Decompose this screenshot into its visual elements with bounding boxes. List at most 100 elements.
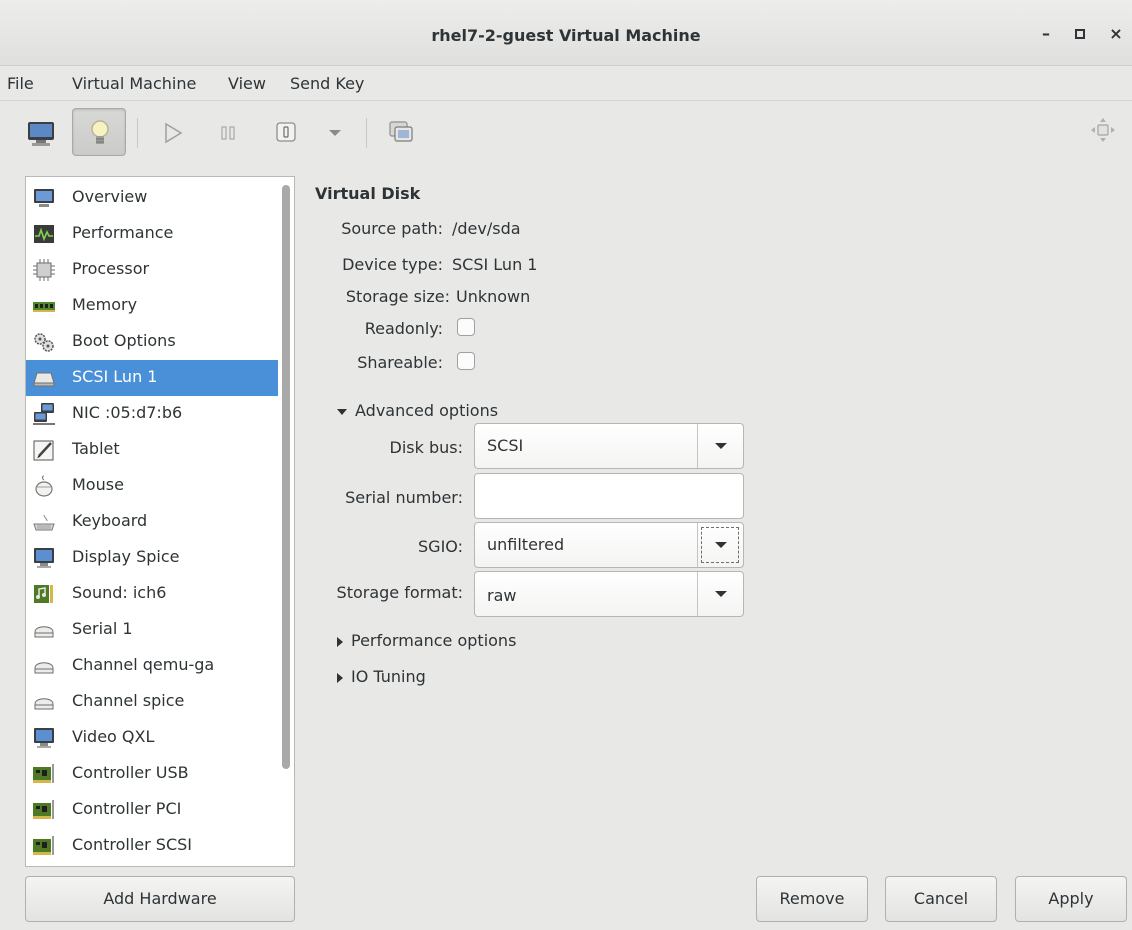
storage-format-label: Storage format: — [336, 583, 463, 602]
display-icon — [34, 548, 54, 568]
sidebar-item-channel-spice[interactable]: Channel spice — [26, 684, 278, 720]
expander-closed-icon — [337, 636, 343, 647]
sidebar-item-keyboard[interactable]: Keyboard — [26, 504, 278, 540]
sgio-combo[interactable]: unfiltered — [474, 522, 744, 568]
menu-virtual-machine[interactable]: Virtual Machine — [72, 74, 196, 93]
storage-format-combo[interactable]: raw — [474, 571, 744, 617]
sidebar-item-channel-qemu-ga[interactable]: Channel qemu-ga — [26, 648, 278, 684]
tablet-icon — [33, 440, 54, 461]
shareable-checkbox[interactable] — [457, 352, 475, 370]
sidebar-item-label: Keyboard — [72, 511, 148, 530]
device-type-label: Device type: — [342, 255, 443, 274]
fullscreen-icon — [1091, 118, 1115, 142]
lightbulb-icon — [91, 120, 109, 144]
sidebar-item-sound[interactable]: Sound: ich6 — [26, 576, 278, 612]
keyboard-icon — [33, 514, 55, 531]
advanced-options-label: Advanced options — [355, 401, 499, 420]
details-button[interactable] — [72, 108, 126, 156]
pause-button[interactable] — [202, 108, 256, 156]
pause-icon — [221, 126, 235, 140]
shutdown-menu-button[interactable] — [308, 108, 362, 156]
sidebar-item-label: Channel qemu-ga — [72, 655, 215, 674]
sidebar-item-tablet[interactable]: Tablet — [26, 432, 278, 468]
sidebar-item-label: Sound: ich6 — [72, 583, 167, 602]
sidebar-item-performance[interactable]: Performance — [26, 216, 278, 252]
performance-options-label: Performance options — [351, 631, 517, 650]
source-path-value: /dev/sda — [452, 219, 521, 238]
controller-icon — [33, 800, 54, 819]
channel-icon — [34, 662, 54, 674]
close-button[interactable]: × — [1104, 22, 1128, 46]
toolbar — [0, 101, 1132, 163]
menu-view[interactable]: View — [228, 74, 266, 93]
sidebar-item-scsi-lun-1[interactable]: SCSI Lun 1 — [26, 360, 278, 396]
run-button[interactable] — [146, 108, 200, 156]
maximize-button[interactable] — [1068, 22, 1092, 46]
cancel-button[interactable]: Cancel — [885, 876, 997, 922]
menu-send-key[interactable]: Send Key — [290, 74, 364, 93]
console-button[interactable] — [14, 108, 68, 156]
remove-button[interactable]: Remove — [756, 876, 868, 922]
sidebar-item-label: Video QXL — [72, 727, 155, 746]
sidebar-item-controller-usb[interactable]: Controller USB — [26, 756, 278, 792]
io-tuning-label: IO Tuning — [351, 667, 426, 686]
sidebar-item-label: Performance — [72, 223, 174, 242]
serial-icon — [34, 626, 54, 638]
performance-options-expander[interactable]: Performance options — [337, 631, 516, 650]
sidebar-item-controller-pci[interactable]: Controller PCI — [26, 792, 278, 828]
sound-icon — [34, 585, 53, 603]
fullscreen-button[interactable] — [1076, 108, 1130, 156]
mouse-icon — [35, 475, 53, 497]
sgio-dropdown[interactable] — [697, 523, 743, 567]
disk-bus-dropdown[interactable] — [697, 424, 743, 468]
power-icon — [276, 122, 296, 142]
sidebar-item-serial-1[interactable]: Serial 1 — [26, 612, 278, 648]
sidebar-item-label: Processor — [72, 259, 150, 278]
disk-bus-combo[interactable]: SCSI — [474, 423, 744, 469]
menu-bar: File Virtual Machine View Send Key — [0, 67, 1132, 101]
hardware-list: Overview Performance Processor Memory Bo… — [25, 176, 295, 867]
controller-icon — [33, 764, 54, 783]
window-title: rhel7-2-guest Virtual Machine — [431, 26, 701, 45]
sidebar-item-mouse[interactable]: Mouse — [26, 468, 278, 504]
sidebar-item-label: SCSI Lun 1 — [72, 367, 158, 386]
snapshots-button[interactable] — [376, 108, 430, 156]
disk-bus-value: SCSI — [487, 436, 524, 455]
sidebar-item-memory[interactable]: Memory — [26, 288, 278, 324]
memory-icon — [33, 302, 55, 312]
storage-size-label: Storage size: — [345, 287, 450, 306]
advanced-options-expander[interactable]: Advanced options — [337, 401, 498, 420]
menu-file[interactable]: File — [7, 74, 34, 93]
sidebar-item-boot-options[interactable]: Boot Options — [26, 324, 278, 360]
channel-icon — [34, 698, 54, 710]
disk-icon — [33, 372, 55, 387]
sidebar-item-label: Display Spice — [72, 547, 180, 566]
minimize-button[interactable]: – — [1034, 22, 1058, 46]
sidebar-item-video-qxl[interactable]: Video QXL — [26, 720, 278, 756]
chevron-down-icon — [715, 542, 727, 548]
sidebar-item-controller-scsi[interactable]: Controller SCSI — [26, 828, 278, 864]
shutdown-button[interactable] — [259, 108, 313, 156]
overview-icon — [34, 189, 54, 207]
readonly-label: Readonly: — [364, 319, 443, 338]
sidebar-item-processor[interactable]: Processor — [26, 252, 278, 288]
readonly-checkbox[interactable] — [457, 318, 475, 336]
sidebar-item-display-spice[interactable]: Display Spice — [26, 540, 278, 576]
sidebar-item-overview[interactable]: Overview — [26, 180, 278, 216]
apply-button[interactable]: Apply — [1015, 876, 1127, 922]
sidebar-item-nic[interactable]: NIC :05:d7:b6 — [26, 396, 278, 432]
sgio-value: unfiltered — [487, 535, 565, 554]
video-icon — [34, 728, 54, 748]
sidebar-scrollbar[interactable] — [282, 185, 290, 769]
snapshot-icon — [389, 121, 413, 142]
sgio-label: SGIO: — [418, 537, 463, 556]
sidebar-item-label: Tablet — [72, 439, 120, 458]
storage-format-dropdown[interactable] — [697, 572, 743, 616]
shareable-label: Shareable: — [357, 353, 443, 372]
io-tuning-expander[interactable]: IO Tuning — [337, 667, 426, 686]
expander-open-icon — [337, 408, 347, 415]
add-hardware-button[interactable]: Add Hardware — [25, 876, 295, 922]
maximize-icon — [1075, 29, 1085, 39]
disk-bus-label: Disk bus: — [389, 438, 463, 457]
serial-number-input[interactable] — [474, 473, 744, 519]
